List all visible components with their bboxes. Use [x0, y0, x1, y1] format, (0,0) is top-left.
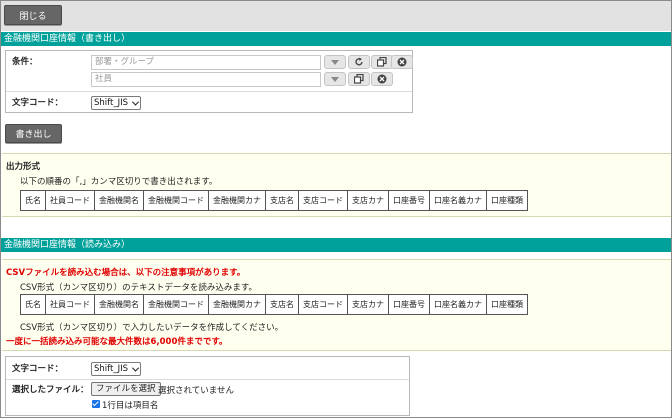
- chevron-down-icon: [131, 98, 140, 106]
- export-conditions-panel: 条件： 部署・グループ 社員 文字コード： Shift_JIS: [5, 50, 413, 113]
- divider: [6, 91, 412, 92]
- condition-label: 条件：: [12, 57, 38, 67]
- dept-reset-button[interactable]: [348, 55, 370, 69]
- employee-clear-button[interactable]: [371, 72, 393, 86]
- column-header-cell: 支店名: [265, 294, 299, 315]
- output-format-panel: 出力形式 以下の順番の「,」カンマ区切りで書き出されます。 氏名 社員コード 金融機…: [2, 153, 671, 217]
- export-columns-table: 氏名 社員コード 金融機関名 金融機関コード 金融機関カナ 支店名 支店コード 支店カナ 口座番…: [20, 190, 528, 211]
- dept-clear-button[interactable]: [391, 55, 413, 69]
- column-header-cell: 口座名義カナ: [429, 294, 487, 315]
- department-group-input[interactable]: 部署・グループ: [91, 55, 321, 70]
- employee-dropdown-button[interactable]: [324, 72, 346, 86]
- chevron-down-icon: [131, 364, 140, 372]
- import-columns-table: 氏名 社員コード 金融機関名 金融機関コード 金融機関カナ 支店名 支店コード 支店カナ 口座番…: [20, 294, 528, 315]
- column-header-cell: 支店カナ: [347, 190, 389, 211]
- selected-file-label: 選択したファイル：: [12, 385, 89, 395]
- column-header-cell: 支店名: [265, 190, 299, 211]
- divider: [6, 379, 409, 380]
- column-header-cell: 口座種類: [486, 294, 528, 315]
- export-charcode-value: Shift_JIS: [94, 98, 128, 108]
- employee-input[interactable]: 社員: [91, 72, 321, 87]
- chevron-down-icon: [331, 76, 339, 82]
- file-status-text: 選択されていません: [158, 386, 234, 396]
- output-format-desc: 以下の順番の「,」カンマ区切りで書き出されます。: [20, 177, 218, 187]
- column-header-cell: 氏名: [20, 294, 46, 315]
- clear-icon: [377, 74, 387, 84]
- column-header-cell: 社員コード: [45, 294, 95, 315]
- csv-create-desc: CSV形式（カンマ区切り）で入力したいデータを作成してください。: [20, 323, 284, 333]
- import-section-header: 金融機関口座情報（読み込み）: [1, 238, 671, 252]
- column-header-cell: 口座名義カナ: [429, 190, 487, 211]
- import-warning: CSVファイルを読み込む場合は、以下の注意事項があります。: [6, 268, 246, 278]
- header-row-checkbox[interactable]: [92, 400, 100, 408]
- export-button[interactable]: 書き出し: [5, 124, 62, 143]
- import-limit-note: 一度に一括読み込み可能な最大件数は6,000件までです。: [6, 337, 228, 347]
- column-header-cell: 口座番号: [388, 294, 430, 315]
- column-header-cell: 金融機関名: [94, 190, 144, 211]
- refresh-icon: [355, 57, 363, 66]
- column-header-cell: 氏名: [20, 190, 46, 211]
- column-header-cell: 社員コード: [45, 190, 95, 211]
- import-charcode-select[interactable]: Shift_JIS: [91, 362, 141, 376]
- copy-icon: [377, 57, 387, 67]
- import-notes-panel: CSVファイルを読み込む場合は、以下の注意事項があります。 CSV形式（カンマ区…: [2, 259, 671, 351]
- export-charcode-label: 文字コード：: [12, 98, 64, 108]
- column-header-cell: 金融機関カナ: [208, 294, 266, 315]
- import-charcode-value: Shift_JIS: [94, 364, 128, 374]
- column-header-cell: 支店コード: [298, 294, 348, 315]
- csv-format-desc: CSV形式（カンマ区切り）のテキストデータを読み込みます。: [20, 283, 258, 293]
- dept-copy-button[interactable]: [371, 55, 393, 69]
- app-window: 閉じる 金融機関口座情報（書き出し） 条件： 部署・グループ 社員 文字コード：: [0, 0, 672, 418]
- import-settings-panel: 文字コード： Shift_JIS 選択したファイル： ファイルを選択 選択されて…: [5, 356, 410, 416]
- chevron-down-icon: [331, 59, 339, 65]
- column-header-cell: 口座種類: [486, 190, 528, 211]
- choose-file-button[interactable]: ファイルを選択: [91, 382, 161, 396]
- top-toolbar: 閉じる: [1, 1, 671, 31]
- copy-icon: [354, 74, 364, 84]
- column-header-cell: 支店カナ: [347, 294, 389, 315]
- clear-icon: [397, 57, 407, 67]
- export-charcode-select[interactable]: Shift_JIS: [91, 96, 141, 110]
- output-format-title: 出力形式: [6, 162, 41, 172]
- column-header-cell: 支店コード: [298, 190, 348, 211]
- header-row-checkbox-label[interactable]: 1行目は項目名: [102, 399, 158, 411]
- column-header-cell: 金融機関コード: [143, 190, 209, 211]
- column-header-cell: 金融機関コード: [143, 294, 209, 315]
- employee-copy-button[interactable]: [348, 72, 370, 86]
- export-section-header: 金融機関口座情報（書き出し）: [1, 32, 671, 46]
- import-charcode-label: 文字コード：: [12, 364, 64, 374]
- close-button[interactable]: 閉じる: [4, 5, 62, 25]
- column-header-cell: 金融機関カナ: [208, 190, 266, 211]
- column-header-cell: 口座番号: [388, 190, 430, 211]
- column-header-cell: 金融機関名: [94, 294, 144, 315]
- dept-dropdown-button[interactable]: [324, 55, 346, 69]
